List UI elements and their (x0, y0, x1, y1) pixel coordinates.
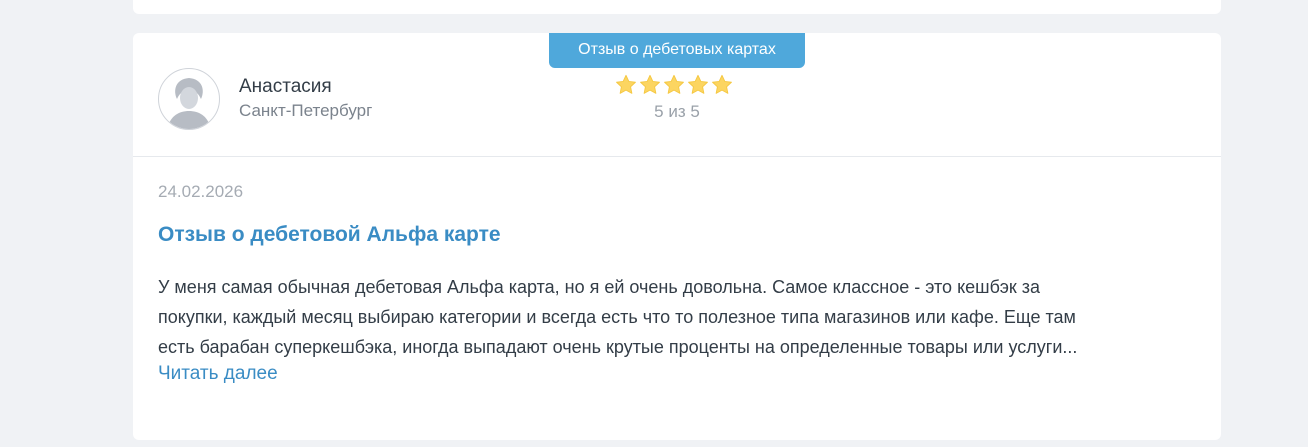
user-avatar-icon (158, 68, 220, 130)
author-name: Анастасия (239, 76, 332, 97)
star-icon (663, 74, 685, 96)
review-text-line: есть барабан суперкешбэка, иногда выпада… (158, 337, 1078, 357)
review-text-line: У меня самая обычная дебетовая Альфа кар… (158, 277, 1041, 297)
review-title[interactable]: Отзыв о дебетовой Альфа карте (158, 223, 501, 247)
star-icon (639, 74, 661, 96)
rating-stars (615, 74, 733, 96)
review-category-tag[interactable]: Отзыв о дебетовых картах (549, 33, 805, 68)
review-card: Отзыв о дебетовых картах Анастасия Санкт… (133, 33, 1221, 440)
read-more-link[interactable]: Читать далее (158, 363, 278, 385)
author-city: Санкт-Петербург (239, 101, 373, 120)
review-text-line: покупки, каждый месяц выбираю категории … (158, 307, 1076, 327)
rating-text: 5 из 5 (654, 102, 700, 121)
review-date: 24.02.2026 (158, 182, 244, 201)
star-icon (615, 74, 637, 96)
star-icon (687, 74, 709, 96)
divider (133, 156, 1221, 157)
star-icon (711, 74, 733, 96)
review-text: У меня самая обычная дебетовая Альфа кар… (158, 272, 1198, 362)
previous-review-card (133, 0, 1221, 14)
